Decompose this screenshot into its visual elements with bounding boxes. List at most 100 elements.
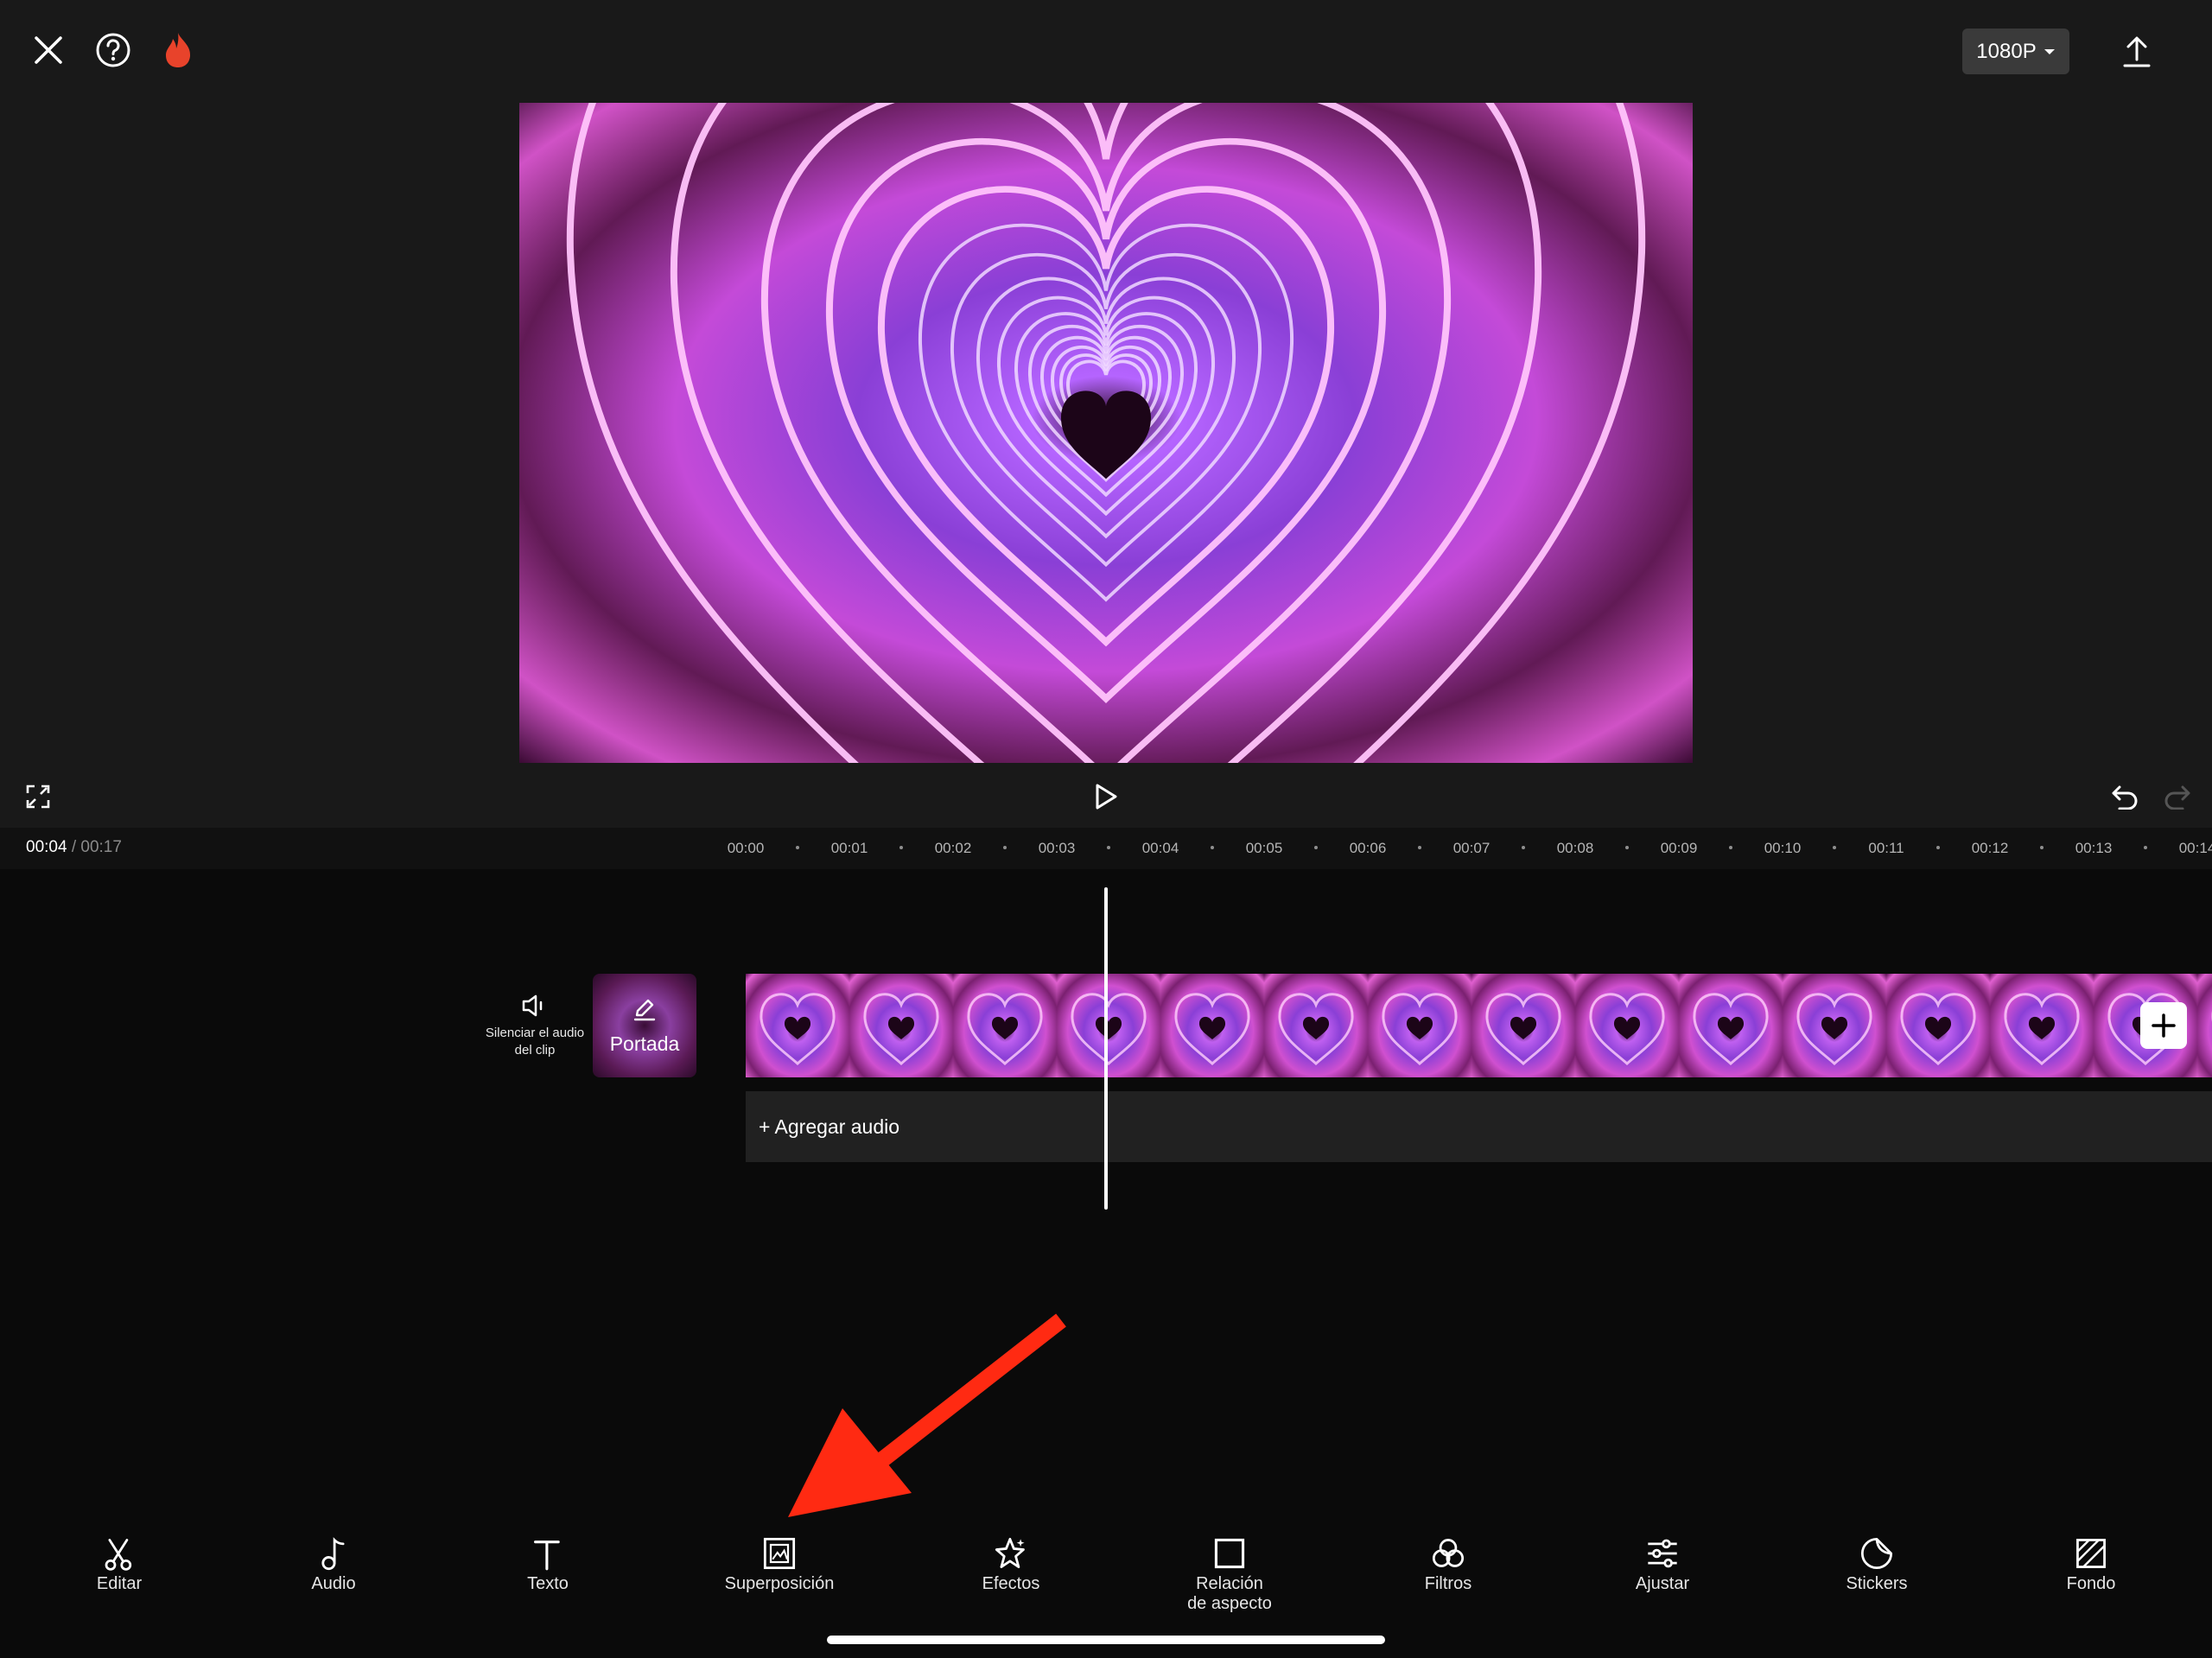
ruler-dot xyxy=(1729,846,1732,849)
ruler-tick-label: 00:06 xyxy=(1349,840,1387,856)
scissors-icon xyxy=(105,1539,132,1571)
music-note-icon xyxy=(321,1537,345,1571)
ruler-dot xyxy=(1625,846,1629,849)
undo-button[interactable] xyxy=(2106,778,2145,816)
toolbar-label: Editar xyxy=(96,1574,143,1593)
toolbar-adjust-sliders-button[interactable]: Ajustar xyxy=(1576,1536,1749,1594)
ruler-dot xyxy=(1522,846,1525,849)
redo-button[interactable] xyxy=(2157,778,2196,816)
speaker-muted-icon xyxy=(522,994,543,1017)
clip-frame-thumbnail xyxy=(1886,974,1990,1077)
flame-button[interactable] xyxy=(156,26,200,74)
effects-star-icon xyxy=(995,1537,1025,1568)
toolbar-background-button[interactable]: Fondo xyxy=(2005,1536,2177,1594)
help-button[interactable] xyxy=(91,28,136,73)
ruler-tick-label: 00:07 xyxy=(1452,840,1491,856)
clip-frame-thumbnail xyxy=(2197,974,2212,1077)
clip-frame-thumbnail xyxy=(1471,974,1575,1077)
toolbar-label: Ajustar xyxy=(1635,1574,1690,1593)
toolbar-label: Audio xyxy=(311,1574,356,1593)
play-button[interactable] xyxy=(1084,776,1128,817)
sticker-icon xyxy=(1860,1537,1893,1570)
clip-frame-thumbnail xyxy=(953,974,1057,1077)
video-preview[interactable] xyxy=(519,103,1693,763)
clip-frame-thumbnail xyxy=(849,974,953,1077)
ruler-tick-label: 00:01 xyxy=(830,840,868,856)
help-icon xyxy=(96,33,130,67)
flame-icon xyxy=(166,33,191,67)
clip-frame-thumbnail xyxy=(1990,974,2094,1077)
ruler-tick-label: 00:05 xyxy=(1245,840,1283,856)
video-clip-track[interactable] xyxy=(746,974,2212,1077)
ruler-dot xyxy=(796,846,799,849)
red-arrow-annotation xyxy=(788,1313,1066,1517)
ruler-tick-label: 00:04 xyxy=(1141,840,1179,856)
add-audio-track[interactable]: + Agregar audio xyxy=(746,1091,2212,1162)
export-icon xyxy=(2123,36,2151,67)
ruler-dot xyxy=(1936,846,1940,849)
clip-frame-thumbnail xyxy=(1575,974,1679,1077)
add-clip-button[interactable] xyxy=(2140,1002,2187,1049)
ruler-dot xyxy=(1833,846,1836,849)
ruler-tick-label: 00:14 xyxy=(2178,840,2212,856)
toolbar-sticker-button[interactable]: Stickers xyxy=(1790,1536,1963,1594)
ruler-dot xyxy=(1314,846,1318,849)
redo-icon xyxy=(2164,785,2190,810)
clip-frame-thumbnail xyxy=(1160,974,1264,1077)
toolbar-label: Superposición xyxy=(724,1574,835,1593)
resolution-dropdown[interactable]: 1080P xyxy=(1962,29,2069,74)
toolbar-filters-button[interactable]: Filtros xyxy=(1362,1536,1535,1594)
cover-button[interactable]: Portada xyxy=(593,974,696,1077)
mute-clip-audio-button[interactable]: Silenciar el audio del clip xyxy=(484,994,586,1059)
playhead[interactable] xyxy=(1104,887,1108,1210)
ruler-dot xyxy=(1211,846,1214,849)
time-separator: / xyxy=(71,838,77,856)
ruler-tick-label: 00:11 xyxy=(1868,840,1904,856)
overlay-icon xyxy=(763,1537,796,1570)
toolbar-aspect-ratio-button[interactable]: Relación de aspecto xyxy=(1143,1536,1316,1614)
ruler-dot xyxy=(1418,846,1421,849)
clip-frame-thumbnail xyxy=(1679,974,1783,1077)
clip-frame-thumbnail xyxy=(1057,974,1160,1077)
clip-frame-thumbnail xyxy=(746,974,849,1077)
toolbar-text-button[interactable]: Texto xyxy=(461,1536,634,1594)
toolbar-label: Relación de aspecto xyxy=(1187,1574,1272,1613)
toolbar-label: Efectos xyxy=(982,1574,1040,1593)
close-button[interactable] xyxy=(26,28,71,73)
add-audio-label: + Agregar audio xyxy=(759,1115,900,1138)
cover-label: Portada xyxy=(609,1032,680,1055)
clip-frame-thumbnail xyxy=(1264,974,1368,1077)
ruler-dot xyxy=(2040,846,2044,849)
ruler-tick-label: 00:13 xyxy=(2075,840,2113,856)
toolbar-overlay-button[interactable]: Superposición xyxy=(693,1536,866,1594)
toolbar-label: Fondo xyxy=(2066,1574,2116,1593)
filters-icon xyxy=(1432,1539,1465,1567)
home-indicator xyxy=(827,1636,1385,1644)
undo-icon xyxy=(2112,785,2138,810)
ruler-tick-label: 00:12 xyxy=(1971,840,2009,856)
ruler-dot xyxy=(2144,846,2147,849)
export-button[interactable] xyxy=(2114,29,2159,74)
mute-clip-label: Silenciar el audio del clip xyxy=(485,1026,585,1058)
clip-frame-thumbnail xyxy=(1368,974,1471,1077)
fullscreen-icon xyxy=(26,785,50,809)
toolbar-scissors-button[interactable]: Editar xyxy=(33,1536,206,1594)
text-icon xyxy=(534,1540,560,1571)
current-time: 00:04 xyxy=(26,838,67,856)
fullscreen-button[interactable] xyxy=(19,778,57,816)
ruler-dot xyxy=(1107,846,1110,849)
toolbar-music-note-button[interactable]: Audio xyxy=(247,1536,420,1594)
toolbar-effects-star-button[interactable]: Efectos xyxy=(925,1536,1097,1594)
ruler-tick-label: 00:00 xyxy=(727,840,765,856)
ruler-dot xyxy=(1003,846,1007,849)
aspect-ratio-icon xyxy=(1214,1538,1245,1569)
toolbar-label: Filtros xyxy=(1424,1574,1472,1593)
ruler-tick-label: 00:09 xyxy=(1660,840,1698,856)
background-icon xyxy=(2076,1539,2106,1568)
plus-icon xyxy=(2152,1013,2176,1038)
play-icon xyxy=(1096,784,1117,810)
toolbar-label: Stickers xyxy=(1846,1574,1908,1593)
toolbar-label: Texto xyxy=(527,1574,569,1593)
ruler-tick-label: 00:10 xyxy=(1764,840,1802,856)
clip-frame-thumbnail xyxy=(1783,974,1886,1077)
